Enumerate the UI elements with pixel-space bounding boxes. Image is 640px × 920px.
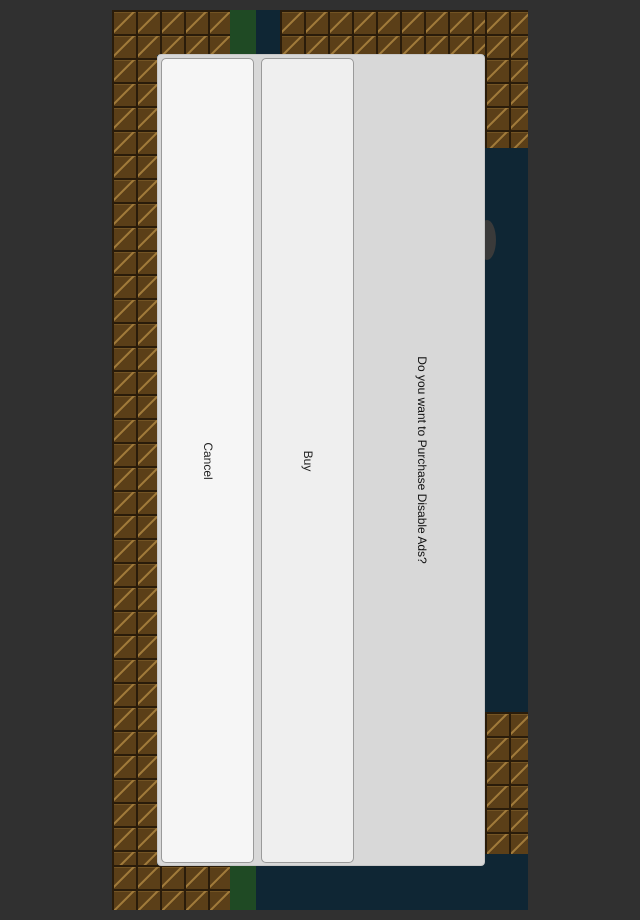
buy-button[interactable]: Buy (261, 58, 354, 863)
buy-button-label: Buy (300, 450, 315, 471)
purchase-dialog: Cancel Buy Do you want to Purchase Disab… (157, 54, 485, 866)
dialog-message-area: Do you want to Purchase Disable Ads? (358, 55, 486, 865)
brick-wall-bottom-left (112, 865, 230, 910)
green-strip-top (230, 10, 256, 55)
water-bottom (256, 865, 528, 910)
brick-wall-right-lower (485, 712, 528, 854)
dialog-message: Do you want to Purchase Disable Ads? (415, 356, 429, 564)
brick-wall-right-upper (485, 10, 528, 148)
brick-wall-left (112, 10, 157, 910)
brick-wall-top-left (112, 10, 230, 55)
green-strip-bottom (230, 865, 256, 910)
cancel-button-label: Cancel (200, 441, 215, 480)
water-top (256, 10, 280, 55)
cancel-button[interactable]: Cancel (161, 58, 254, 863)
